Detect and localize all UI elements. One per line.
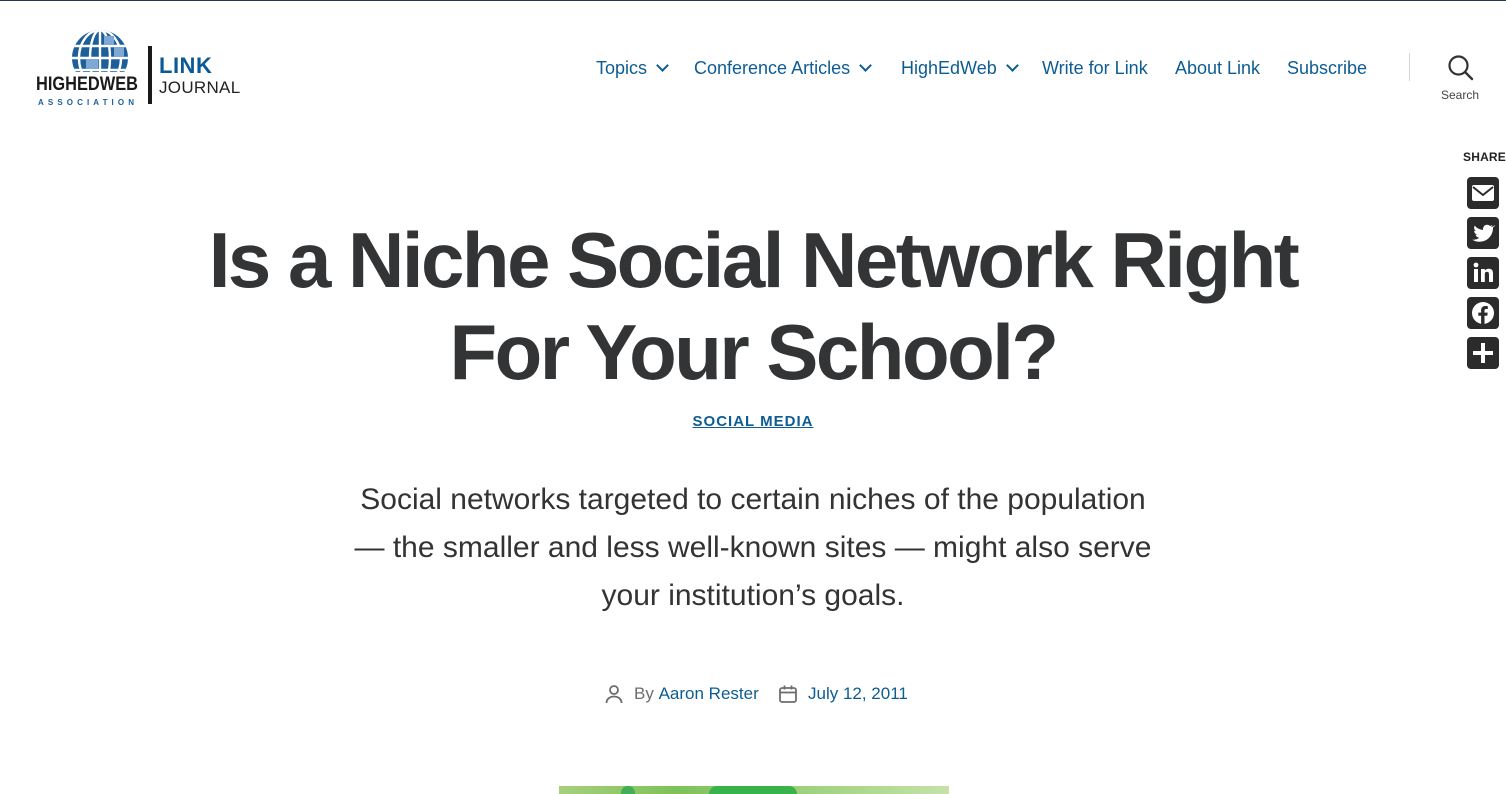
chevron-down-icon [1005, 59, 1019, 72]
nav-item-subscribe[interactable]: Subscribe [1287, 56, 1367, 80]
nav-item-topics[interactable]: Topics [596, 56, 669, 80]
twitter-icon [1472, 224, 1496, 242]
logo-journal-text: JOURNAL [159, 78, 241, 97]
article-title: Is a Niche Social Network Right For Your… [208, 216, 1300, 396]
share-facebook-button[interactable] [1467, 297, 1499, 329]
nav-item-about-link[interactable]: About Link [1175, 56, 1260, 80]
share-email-button[interactable] [1467, 177, 1499, 209]
featured-image-shape [621, 786, 635, 794]
email-icon [1472, 185, 1494, 201]
nav-item-label: Conference Articles [694, 58, 851, 78]
share-title: SHARE [1463, 150, 1506, 164]
search-button[interactable]: Search [1430, 54, 1490, 104]
nav-item-label: HighEdWeb [901, 58, 997, 78]
nav-item-label: Write for Link [1042, 58, 1148, 78]
chevron-down-icon [859, 59, 872, 72]
category-link[interactable]: SOCIAL MEDIA [653, 413, 853, 430]
search-label: Search [1440, 88, 1480, 102]
logo-link-text: LINK [159, 53, 213, 78]
article-excerpt: Social networks targeted to certain nich… [354, 483, 1152, 612]
share-twitter-button[interactable] [1467, 217, 1499, 249]
date-link[interactable]: July 12, 2011 [808, 682, 908, 706]
logo-primary-text: HIGHEDWEB [36, 74, 138, 95]
nav-item-label: About Link [1175, 58, 1261, 78]
author-link[interactable]: Aaron Rester [659, 682, 759, 706]
linkedin-icon [1473, 262, 1493, 282]
nav-item-write-for-link[interactable]: Write for Link [1042, 56, 1148, 80]
share-more-button[interactable] [1467, 337, 1499, 369]
site-header: HIGHEDWEB ASSOCIATION LINK JOURNAL Topic… [0, 0, 1506, 135]
share-linkedin-button[interactable] [1467, 257, 1499, 289]
user-icon [605, 685, 623, 704]
search-icon [1448, 55, 1474, 81]
post-author: By Aaron Rester [604, 682, 759, 706]
nav-item-highedweb[interactable]: HighEdWeb [901, 56, 1019, 80]
nav-item-label: Subscribe [1287, 58, 1368, 78]
featured-image-shape [709, 786, 797, 794]
nav-divider [1409, 53, 1410, 81]
author-prefix: By [634, 684, 654, 703]
post-date: July 12, 2011 [778, 682, 908, 706]
chevron-down-icon [656, 59, 669, 72]
facebook-icon [1472, 302, 1494, 324]
logo-secondary-text: ASSOCIATION [38, 98, 134, 107]
site-logo[interactable]: HIGHEDWEB ASSOCIATION LINK JOURNAL [34, 28, 240, 108]
nav-item-conference-articles[interactable]: Conference Articles [694, 56, 872, 80]
featured-image [559, 786, 949, 794]
nav-item-label: Topics [596, 58, 648, 78]
plus-icon [1473, 343, 1493, 363]
calendar-icon [779, 685, 797, 703]
